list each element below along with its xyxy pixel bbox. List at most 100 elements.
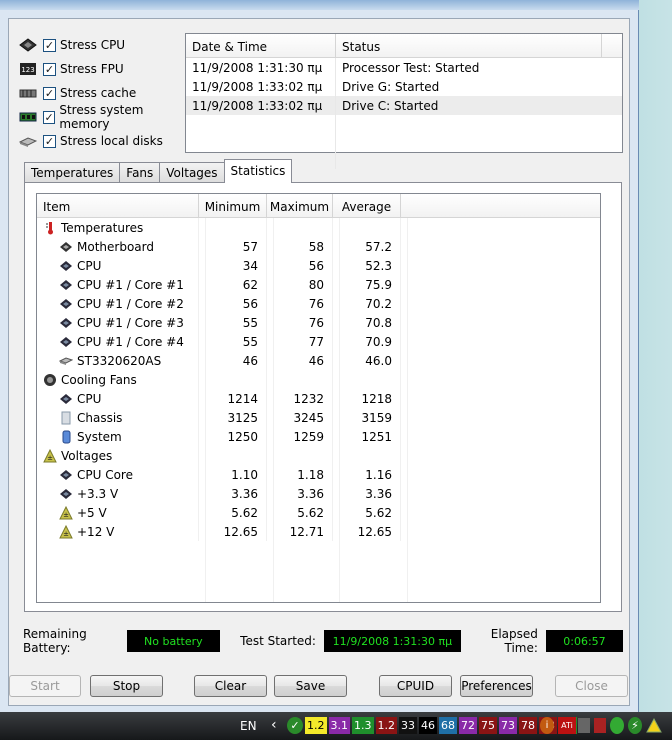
stat-item-label: CPU #1 / Core #4: [77, 334, 184, 349]
device-icon[interactable]: [578, 718, 590, 733]
event-log-list[interactable]: Date & Time Status 11/9/2008 1:31:30 πμ …: [185, 33, 623, 169]
tray-sensor-readout[interactable]: 1.2: [375, 717, 397, 734]
stat-row[interactable]: Chassis 3125 3245 3159: [37, 408, 600, 427]
tray-sensor-readout[interactable]: 33: [399, 717, 417, 734]
stress-disks-checkbox[interactable]: ✓: [43, 134, 56, 148]
stat-maximum: 58: [267, 237, 333, 256]
check-icon[interactable]: ✓: [287, 717, 303, 734]
stat-minimum: 1250: [199, 427, 267, 446]
stat-row[interactable]: +3.3 V 3.36 3.36 3.36: [37, 484, 600, 503]
stat-maximum: 5.62: [267, 503, 333, 522]
stress-option-disks[interactable]: ✓ Stress local disks: [19, 129, 189, 153]
cpu-chip-icon: [19, 38, 37, 52]
battery-display: No battery: [127, 630, 220, 652]
stress-option-label: Stress local disks: [60, 134, 163, 148]
stat-row[interactable]: CPU #1 / Core #1 62 80 75.9: [37, 275, 600, 294]
tab-fans[interactable]: Fans: [119, 162, 161, 183]
stat-item-label: CPU Core: [77, 467, 133, 482]
battery-label: Remaining Battery:: [23, 627, 87, 655]
power-icon[interactable]: ⚡: [628, 717, 642, 734]
language-indicator[interactable]: EN: [240, 719, 257, 733]
column-maximum[interactable]: Maximum: [267, 194, 333, 217]
tray-sensor-readout[interactable]: 1.2: [305, 717, 327, 734]
stop-button[interactable]: Stop: [90, 675, 163, 697]
tray-sensor-readout[interactable]: 3.1: [328, 717, 350, 734]
button-bar: Start Stop Clear Save CPUID Preferences …: [9, 675, 631, 699]
motherboard-icon: [59, 240, 73, 254]
stat-maximum: 1.18: [267, 465, 333, 484]
stress-memory-checkbox[interactable]: ✓: [43, 110, 56, 124]
tray-sensor-readout[interactable]: 75: [479, 717, 497, 734]
chassis-icon: [59, 411, 73, 425]
stress-fpu-checkbox[interactable]: ✓: [43, 62, 56, 76]
stress-cache-checkbox[interactable]: ✓: [43, 86, 56, 100]
column-item[interactable]: Item: [37, 194, 199, 217]
stat-row[interactable]: CPU 1214 1232 1218: [37, 389, 600, 408]
tab-statistics[interactable]: Statistics: [223, 159, 293, 183]
stat-row[interactable]: CPU #1 / Core #2 56 76 70.2: [37, 294, 600, 313]
tray-sensor-readout[interactable]: 68: [439, 717, 457, 734]
stat-minimum: 1214: [199, 389, 267, 408]
tray-sensor-readout[interactable]: 1.3: [352, 717, 374, 734]
log-column-date[interactable]: Date & Time: [186, 34, 336, 57]
fpu-chip-icon: 123: [19, 62, 37, 76]
stat-row[interactable]: ± +12 V 12.65 12.71 12.65: [37, 522, 600, 541]
warning-icon[interactable]: [646, 717, 662, 734]
stat-minimum: 3125: [199, 408, 267, 427]
network-icon[interactable]: [610, 717, 624, 734]
stat-group-row[interactable]: ± Voltages: [37, 446, 600, 465]
stat-maximum: 56: [267, 256, 333, 275]
security-icon[interactable]: [594, 718, 606, 733]
cpu-icon: [59, 297, 73, 311]
stat-group-row[interactable]: Temperatures: [37, 218, 600, 237]
log-row[interactable]: 11/9/2008 1:33:02 πμ Drive G: Started: [186, 77, 622, 96]
tab-voltages[interactable]: Voltages: [159, 162, 225, 183]
stat-item-label: CPU #1 / Core #3: [77, 315, 184, 330]
stat-row[interactable]: CPU #1 / Core #4 55 77 70.9: [37, 332, 600, 351]
cpuid-button[interactable]: CPUID: [379, 675, 452, 697]
stress-option-label: Stress system memory: [59, 103, 144, 131]
stress-option-memory[interactable]: ✓ Stress system memory: [19, 103, 189, 131]
start-button[interactable]: Start: [9, 675, 81, 697]
log-row[interactable]: 11/9/2008 1:33:02 πμ Drive C: Started: [186, 96, 622, 115]
stress-option-cpu[interactable]: ✓ Stress CPU: [19, 33, 189, 57]
column-average[interactable]: Average: [333, 194, 401, 217]
column-minimum[interactable]: Minimum: [199, 194, 267, 217]
window-title-bar[interactable]: [0, 0, 639, 10]
stat-average: 70.9: [333, 332, 401, 351]
stat-row[interactable]: CPU 34 56 52.3: [37, 256, 600, 275]
stress-option-cache[interactable]: ✓ Stress cache: [19, 81, 189, 105]
statistics-table[interactable]: Item Minimum Maximum Average Temperature…: [36, 193, 601, 603]
stress-option-fpu[interactable]: 123 ✓ Stress FPU: [19, 57, 189, 81]
log-date: 11/9/2008 1:33:02 πμ: [186, 77, 336, 96]
ati-icon[interactable]: ATi: [558, 717, 576, 734]
stat-row[interactable]: Motherboard 57 58 57.2: [37, 237, 600, 256]
stat-row[interactable]: CPU #1 / Core #3 55 76 70.8: [37, 313, 600, 332]
close-button[interactable]: Close: [555, 675, 628, 697]
tray-sensor-readout[interactable]: 72: [459, 717, 477, 734]
window-client-area: ✓ Stress CPU 123 ✓ Stress FPU ✓ Stress c…: [8, 18, 630, 706]
stat-row[interactable]: CPU Core 1.10 1.18 1.16: [37, 465, 600, 484]
info-icon[interactable]: i: [540, 717, 554, 734]
stat-item-label: System: [77, 429, 122, 444]
stat-row[interactable]: ST3320620AS 46 46 46.0: [37, 351, 600, 370]
stat-minimum: 46: [199, 351, 267, 370]
svg-text:±: ±: [63, 511, 69, 519]
preferences-button[interactable]: Preferences: [460, 675, 533, 697]
tab-temperatures[interactable]: Temperatures: [24, 162, 121, 183]
log-column-status[interactable]: Status: [336, 34, 602, 57]
tray-sensor-readout[interactable]: 46: [419, 717, 437, 734]
tray-expand-icon[interactable]: ‹: [271, 717, 277, 733]
save-button[interactable]: Save: [274, 675, 347, 697]
tray-sensor-readout[interactable]: 73: [499, 717, 517, 734]
stat-minimum: 56: [199, 294, 267, 313]
stat-row[interactable]: ± +5 V 5.62 5.62 5.62: [37, 503, 600, 522]
cpu-icon: [59, 278, 73, 292]
stress-cpu-checkbox[interactable]: ✓: [43, 38, 56, 52]
memory-module-icon: [19, 110, 37, 124]
tray-sensor-readout[interactable]: 78: [519, 717, 537, 734]
log-row[interactable]: 11/9/2008 1:31:30 πμ Processor Test: Sta…: [186, 58, 622, 77]
stat-row[interactable]: System 1250 1259 1251: [37, 427, 600, 446]
stat-group-row[interactable]: Cooling Fans: [37, 370, 600, 389]
clear-button[interactable]: Clear: [194, 675, 267, 697]
